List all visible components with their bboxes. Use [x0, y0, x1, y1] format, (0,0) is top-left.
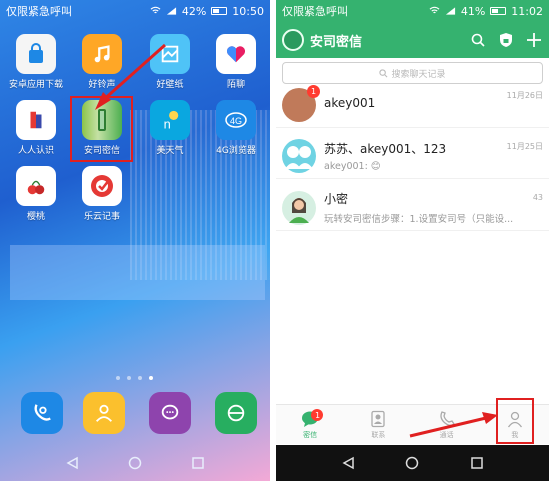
svg-text:4G: 4G [230, 116, 242, 126]
clock: 11:02 [511, 4, 543, 18]
dock-browser[interactable] [204, 392, 268, 437]
avatar [282, 190, 316, 225]
clock: 10:50 [232, 4, 264, 18]
nav-bar [0, 445, 270, 481]
app-label: 安卓应用下载 [8, 80, 63, 90]
app-label: 美天气 [156, 146, 184, 156]
tab-label: 密信 [303, 430, 318, 439]
app-label: 陌聊 [226, 80, 245, 90]
add-icon[interactable] [525, 31, 543, 49]
wallpaper-band [10, 245, 265, 300]
recent-apps-icon[interactable] [191, 456, 205, 470]
page-indicator [116, 376, 153, 380]
unread-badge: 1 [311, 409, 324, 421]
browser-4g-icon: 4G [216, 100, 256, 140]
tab-contacts[interactable]: 联系 [344, 405, 412, 444]
battery-icon [211, 7, 228, 15]
conversation-item[interactable]: 1 akey001 11月26日 [276, 82, 549, 128]
wifi-icon [429, 6, 440, 14]
unread-badge: 1 [307, 84, 320, 98]
signal-icon [445, 7, 455, 15]
phone-icon [21, 392, 63, 434]
messages-icon [149, 392, 191, 434]
conversation-time: 11月25日 [506, 142, 543, 151]
battery-percent: 42% [181, 4, 207, 18]
conversation-item[interactable]: 小密 玩转安司密信步骤：1.设置安司号（只能设... 43 [276, 185, 549, 231]
app-4g-browser[interactable]: 4G 4G浏览器 [204, 100, 268, 156]
app-molia[interactable]: 陌聊 [204, 34, 268, 90]
conversation-preview: 玩转安司密信步骤：1.设置安司号（只能设... [324, 214, 514, 225]
battery-icon [490, 7, 507, 15]
tab-messages[interactable]: 1 密信 [276, 405, 344, 444]
app-label: 4G浏览器 [216, 146, 256, 156]
wifi-icon [150, 6, 161, 14]
people-icon [16, 100, 56, 140]
dock-phone[interactable] [10, 392, 74, 437]
search-placeholder: 搜索聊天记录 [391, 69, 446, 80]
contacts-icon [83, 392, 125, 434]
conversation-item[interactable]: 苏苏、akey001、123 akey001: 😊 11月25日 [276, 133, 549, 179]
lock-shield-icon[interactable] [497, 31, 515, 49]
status-bar: 仅限紧急呼叫 42% 10:50 [0, 0, 270, 22]
battery-percent: 41% [460, 4, 486, 18]
conversation-time: 11月26日 [506, 91, 543, 100]
app-android-store[interactable]: 安卓应用下载 [4, 34, 68, 90]
status-bar: 仅限紧急呼叫 41% 11:02 [276, 0, 549, 22]
app-leyun-notes[interactable]: 乐云记事 [70, 166, 134, 222]
app-label: 樱桃 [26, 212, 45, 222]
contacts-card-icon [371, 410, 386, 427]
carrier-text: 仅限紧急呼叫 [282, 5, 348, 18]
signal-icon [166, 7, 176, 15]
search-icon [379, 68, 388, 77]
heart-icon [216, 34, 256, 74]
bag-icon [16, 34, 56, 74]
dock-contacts[interactable] [72, 392, 136, 437]
conversation-preview: akey001: 😊 [324, 160, 381, 172]
app-cherry[interactable]: 樱桃 [4, 166, 68, 222]
search-icon[interactable] [469, 31, 487, 49]
messenger-screen: 仅限紧急呼叫 41% 11:02 安司密信 搜索聊天记录 1 akey001 1… [276, 0, 549, 481]
back-icon[interactable] [65, 456, 79, 470]
home-icon[interactable] [405, 456, 419, 470]
recent-apps-icon[interactable] [470, 456, 484, 470]
browser-icon [215, 392, 257, 434]
carrier-text: 仅限紧急呼叫 [6, 5, 72, 18]
app-logo-icon [282, 29, 304, 51]
app-label: 人人认识 [17, 146, 54, 156]
avatar: 1 [282, 84, 320, 122]
page-title: 安司密信 [310, 34, 363, 50]
back-icon[interactable] [341, 456, 355, 470]
dock-messages[interactable] [138, 392, 202, 437]
app-header: 安司密信 [276, 22, 549, 58]
nav-bar [276, 445, 549, 481]
cherry-icon [16, 166, 56, 206]
home-icon[interactable] [128, 456, 142, 470]
group-avatar [282, 138, 316, 173]
conversation-time: 43 [532, 193, 543, 202]
home-screen: 仅限紧急呼叫 42% 10:50 安卓应用下载 好铃声 好壁纸 陌聊 人人认识 … [0, 0, 270, 481]
note-icon [82, 166, 122, 206]
pointer-arrow [95, 43, 166, 110]
conversation-name: 小密 [324, 192, 349, 206]
app-label: 乐云记事 [83, 212, 120, 222]
app-renren[interactable]: 人人认识 [4, 100, 68, 156]
highlight-box [496, 398, 534, 444]
search-input[interactable]: 搜索聊天记录 [282, 62, 543, 84]
pointer-arrow [409, 412, 498, 438]
tab-label: 联系 [371, 430, 386, 439]
